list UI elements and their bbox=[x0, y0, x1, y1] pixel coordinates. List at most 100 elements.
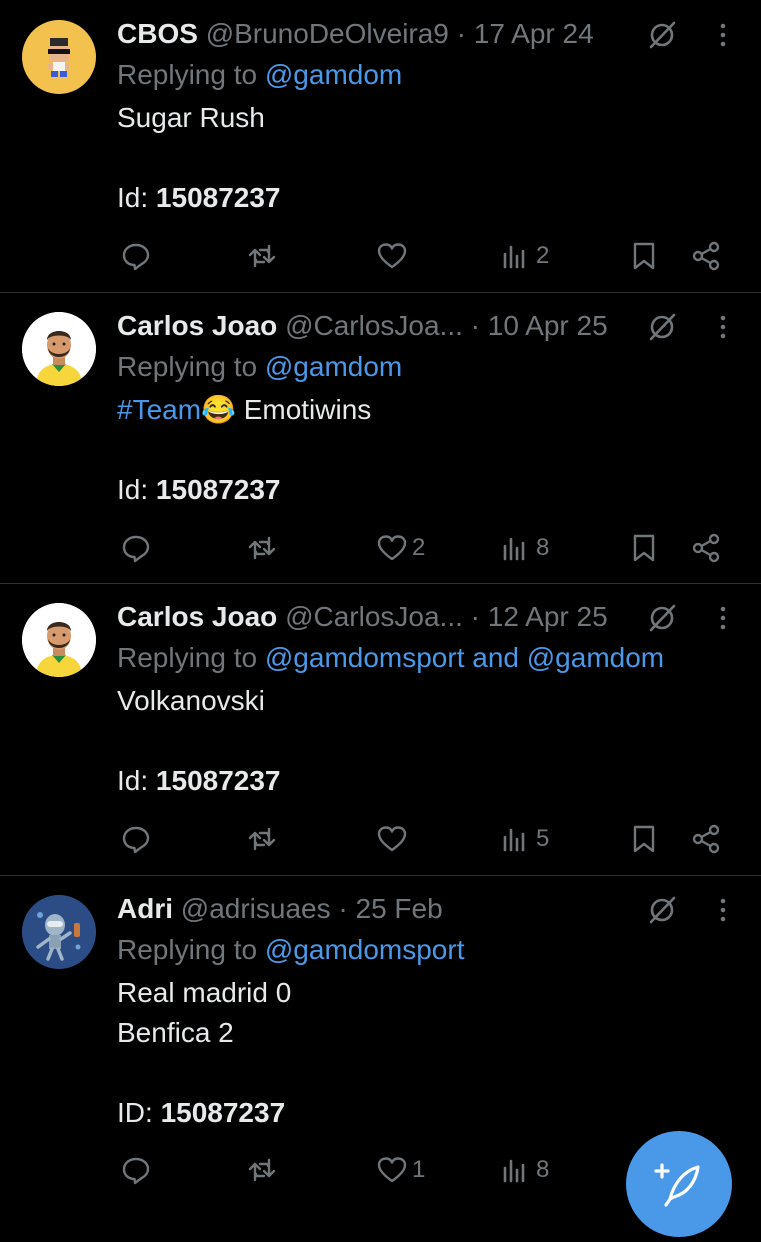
repost-button[interactable] bbox=[246, 819, 278, 859]
tweet[interactable]: CBOS @BrunoDeOlveira9 · 17 Apr 24 Replyi… bbox=[0, 0, 761, 293]
action-bar: 5 bbox=[0, 819, 761, 859]
like-button[interactable] bbox=[376, 819, 412, 859]
views-count: 8 bbox=[536, 534, 550, 561]
compose-post-button[interactable] bbox=[626, 1131, 732, 1237]
like-button[interactable]: 1 bbox=[376, 1150, 425, 1190]
tweet-text: Real madrid 0 Benfica 2 ID: 15087237 bbox=[117, 973, 291, 1133]
tweet-text: Volkanovski Id: 15087237 bbox=[117, 681, 281, 801]
text-line: #Team😂 Emotiwins bbox=[117, 390, 371, 430]
views-icon bbox=[503, 828, 525, 852]
id-line: ID: 15087237 bbox=[117, 1093, 291, 1133]
views-count: 8 bbox=[536, 1156, 550, 1183]
mention-link[interactable]: @gamdomsport bbox=[265, 934, 465, 965]
share-icon bbox=[692, 824, 720, 854]
reply-button[interactable] bbox=[120, 1150, 152, 1190]
repost-icon bbox=[248, 827, 276, 851]
views-button[interactable]: 2 bbox=[500, 236, 549, 276]
reply-button[interactable] bbox=[120, 236, 152, 276]
display-name[interactable]: CBOS bbox=[117, 18, 198, 49]
id-value: 15087237 bbox=[155, 474, 281, 505]
timestamp[interactable]: · 17 Apr 24 bbox=[457, 18, 594, 49]
views-button[interactable]: 8 bbox=[500, 1150, 549, 1190]
avatar[interactable] bbox=[22, 20, 96, 94]
reply-button[interactable] bbox=[120, 819, 152, 859]
reply-icon bbox=[122, 243, 150, 271]
handle[interactable]: @adrisuaes bbox=[181, 893, 331, 924]
grok-icon[interactable] bbox=[647, 603, 677, 633]
bookmark-button[interactable] bbox=[628, 819, 660, 859]
like-count: 1 bbox=[412, 1156, 426, 1183]
id-label: Id: bbox=[117, 474, 156, 505]
grok-icon[interactable] bbox=[647, 895, 677, 925]
share-button[interactable] bbox=[690, 819, 722, 859]
bookmark-button[interactable] bbox=[628, 528, 660, 568]
share-icon bbox=[692, 241, 720, 271]
display-name[interactable]: Carlos Joao bbox=[117, 310, 277, 341]
text-line: Real madrid 0 bbox=[117, 977, 292, 1008]
replying-prefix: Replying to bbox=[117, 642, 265, 673]
more-vertical-icon[interactable] bbox=[708, 310, 738, 344]
id-value: 15087237 bbox=[155, 182, 281, 213]
action-bar: 2 bbox=[0, 236, 761, 276]
heart-icon bbox=[377, 243, 407, 269]
mention-link[interactable]: @gamdomsport and @gamdom bbox=[265, 642, 664, 673]
tweet-text: #Team😂 Emotiwins Id: 15087237 bbox=[117, 390, 371, 510]
reply-icon bbox=[122, 826, 150, 854]
more-vertical-icon[interactable] bbox=[708, 18, 738, 52]
mention-link[interactable]: @gamdom bbox=[265, 59, 402, 90]
replying-prefix: Replying to bbox=[117, 351, 265, 382]
timestamp[interactable]: · 12 Apr 25 bbox=[471, 601, 608, 632]
share-button[interactable] bbox=[690, 528, 722, 568]
tweet[interactable]: Carlos Joao @CarlosJoa... · 12 Apr 25 Re… bbox=[0, 583, 761, 876]
handle[interactable]: @BrunoDeOlveira9 bbox=[206, 18, 449, 49]
replying-prefix: Replying to bbox=[117, 934, 265, 965]
tweet-text: Sugar Rush Id: 15087237 bbox=[117, 98, 281, 218]
id-line: Id: 15087237 bbox=[117, 178, 281, 218]
views-icon bbox=[503, 537, 525, 561]
avatar[interactable] bbox=[22, 312, 96, 386]
bookmark-button[interactable] bbox=[628, 236, 660, 276]
hashtag-link[interactable]: #Team bbox=[117, 394, 201, 425]
handle[interactable]: @CarlosJoa... bbox=[285, 601, 463, 632]
grok-icon[interactable] bbox=[647, 312, 677, 342]
more-vertical-icon[interactable] bbox=[708, 893, 738, 927]
compose-post-icon bbox=[654, 1163, 700, 1207]
repost-icon bbox=[248, 244, 276, 268]
replying-to: Replying to @gamdomsport bbox=[117, 931, 464, 969]
reply-icon bbox=[122, 1157, 150, 1185]
id-value: 15087237 bbox=[155, 765, 281, 796]
reply-button[interactable] bbox=[120, 528, 152, 568]
timestamp[interactable]: · 25 Feb bbox=[338, 893, 442, 924]
id-line: Id: 15087237 bbox=[117, 470, 371, 510]
avatar[interactable] bbox=[22, 895, 96, 969]
views-button[interactable]: 5 bbox=[500, 819, 549, 859]
display-name[interactable]: Adri bbox=[117, 893, 173, 924]
like-button[interactable] bbox=[376, 236, 412, 276]
views-icon bbox=[503, 1159, 525, 1183]
more-vertical-icon[interactable] bbox=[708, 601, 738, 635]
text-line: Volkanovski bbox=[117, 685, 265, 716]
heart-icon bbox=[377, 1157, 407, 1183]
reply-icon bbox=[122, 535, 150, 563]
repost-button[interactable] bbox=[246, 1150, 278, 1190]
bookmark-icon bbox=[633, 825, 655, 853]
repost-button[interactable] bbox=[246, 236, 278, 276]
like-button[interactable]: 2 bbox=[376, 528, 425, 568]
id-label: ID: bbox=[117, 1097, 161, 1128]
id-value: 15087237 bbox=[160, 1097, 286, 1128]
bookmark-icon bbox=[633, 242, 655, 270]
views-button[interactable]: 8 bbox=[500, 528, 549, 568]
avatar[interactable] bbox=[22, 603, 96, 677]
repost-button[interactable] bbox=[246, 528, 278, 568]
action-bar: 2 8 bbox=[0, 528, 761, 568]
share-button[interactable] bbox=[690, 236, 722, 276]
id-label: Id: bbox=[117, 182, 156, 213]
timestamp[interactable]: · 10 Apr 25 bbox=[471, 310, 608, 341]
grok-icon[interactable] bbox=[647, 20, 677, 50]
heart-icon bbox=[377, 535, 407, 561]
display-name[interactable]: Carlos Joao bbox=[117, 601, 277, 632]
tweet[interactable]: Carlos Joao @CarlosJoa... · 10 Apr 25 Re… bbox=[0, 292, 761, 584]
views-count: 5 bbox=[536, 825, 550, 852]
mention-link[interactable]: @gamdom bbox=[265, 351, 402, 382]
handle[interactable]: @CarlosJoa... bbox=[285, 310, 463, 341]
